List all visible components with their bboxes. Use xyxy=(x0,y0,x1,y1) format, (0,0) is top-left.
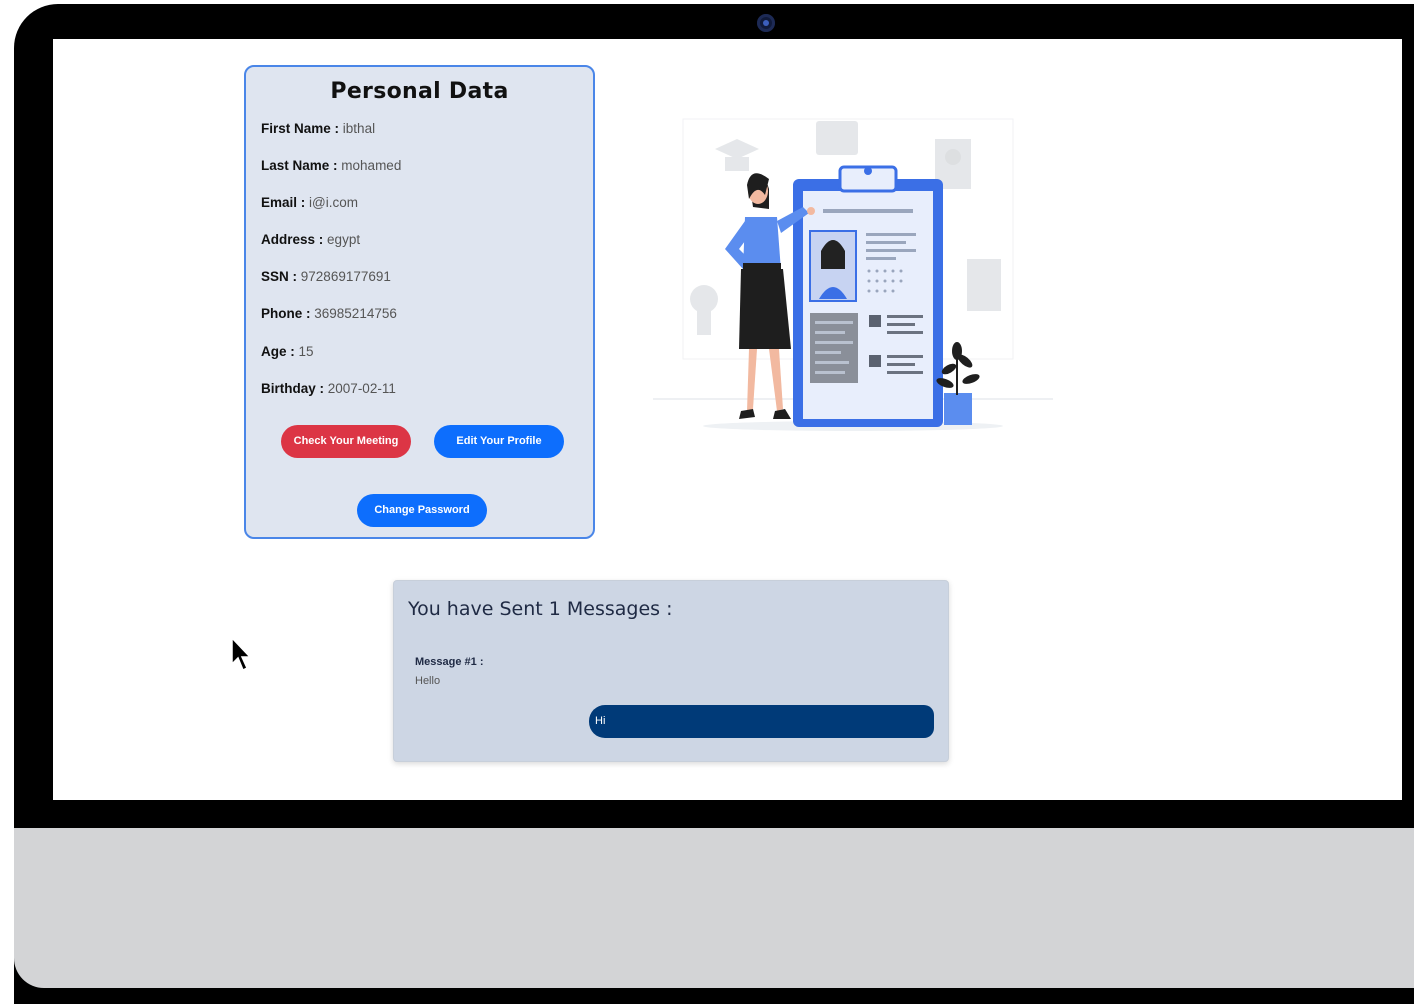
reply-bubble: Hi xyxy=(589,705,934,738)
card-title: Personal Data xyxy=(330,79,509,104)
mouse-cursor-icon xyxy=(231,636,252,672)
message-label: Message #1 : xyxy=(415,656,484,668)
messages-title: You have Sent 1 Messages : xyxy=(408,598,673,620)
field-phone: Phone : 36985214756 xyxy=(261,306,397,321)
field-address: Address : egypt xyxy=(261,232,361,247)
plant-pot-icon xyxy=(944,393,972,425)
field-birthday: Birthday : 2007-02-11 xyxy=(261,381,396,396)
monitor-chin xyxy=(14,828,1414,988)
check-meeting-button[interactable]: Check Your Meeting xyxy=(281,425,411,458)
field-first-name: First Name : ibthal xyxy=(261,121,376,136)
edit-profile-button[interactable]: Edit Your Profile xyxy=(434,425,564,458)
field-email: Email : i@i.com xyxy=(261,195,358,210)
messages-panel: You have Sent 1 Messages : Message #1 : … xyxy=(393,580,949,762)
webcam-icon xyxy=(757,14,775,32)
profile-illustration xyxy=(653,118,1053,431)
field-age: Age : 15 xyxy=(261,344,314,359)
screen: Personal Data First Name : ibthal Last N… xyxy=(53,39,1402,800)
field-ssn: SSN : 972869177691 xyxy=(261,269,391,284)
change-password-button[interactable]: Change Password xyxy=(357,494,487,527)
message-text: Hello xyxy=(415,675,441,687)
personal-data-card: Personal Data First Name : ibthal Last N… xyxy=(244,65,595,539)
field-last-name: Last Name : mohamed xyxy=(261,158,402,173)
